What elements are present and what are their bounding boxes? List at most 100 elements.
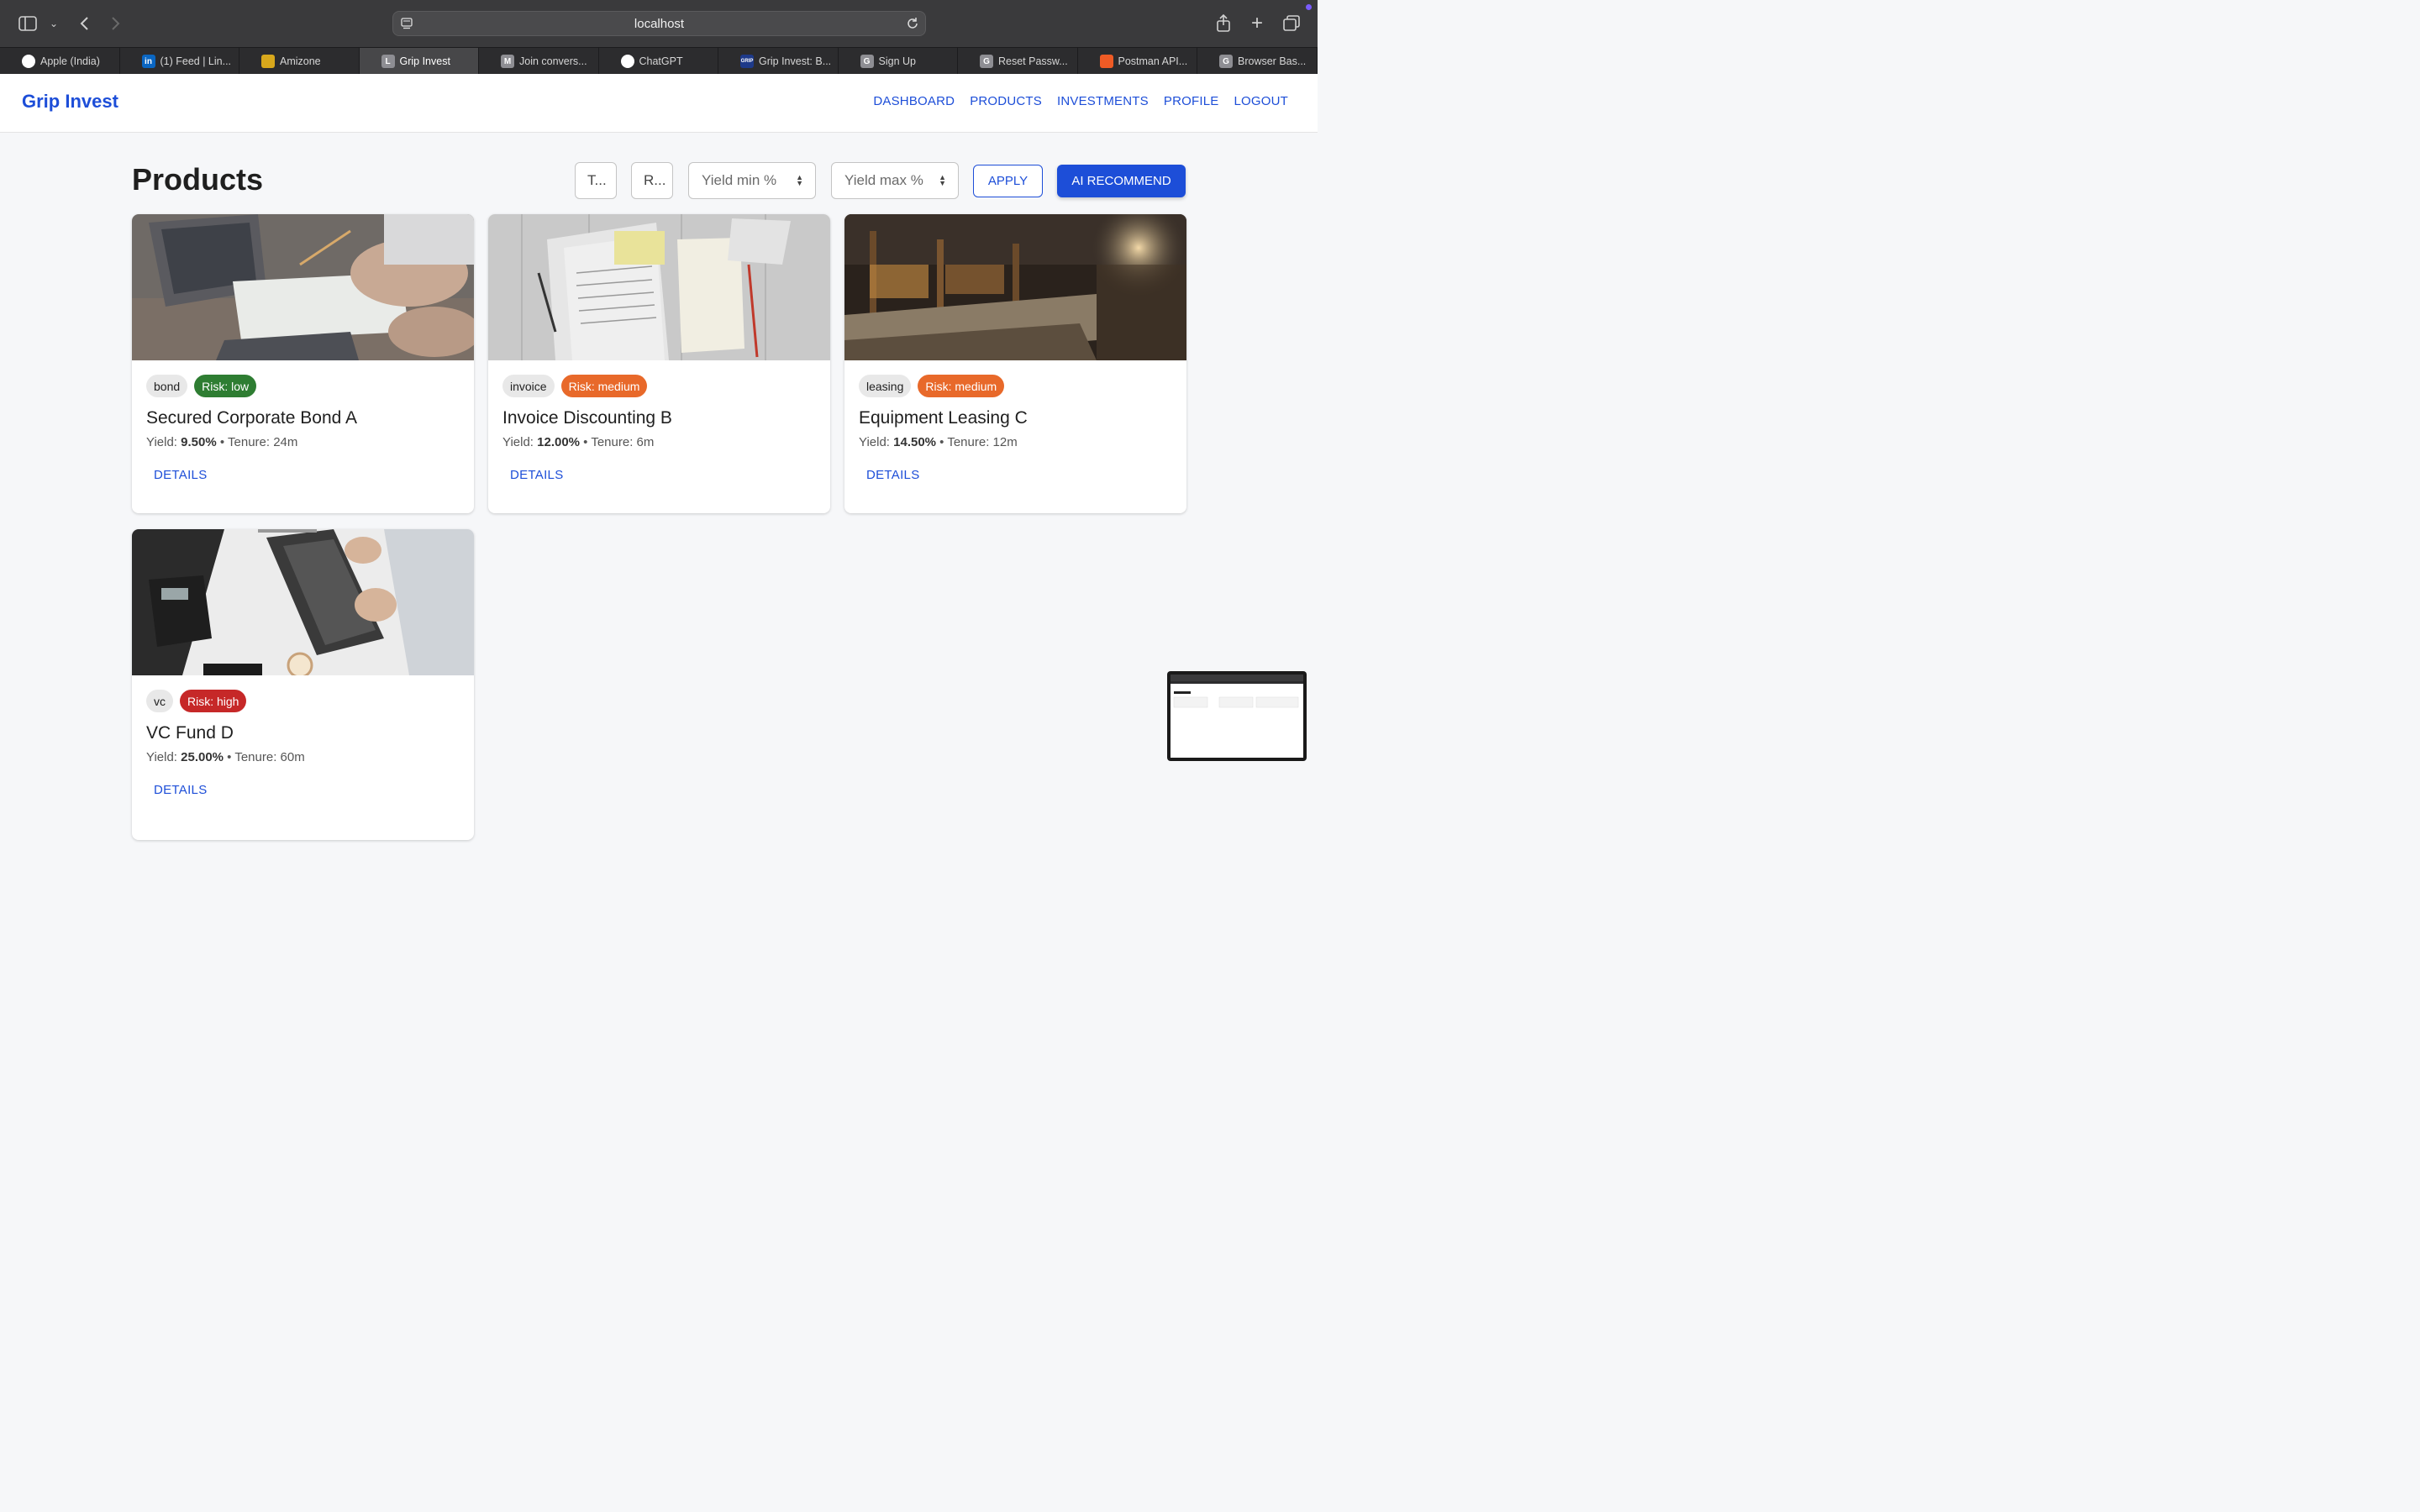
product-card: bond Risk: low Secured Corporate Bond A … (132, 214, 474, 513)
share-icon[interactable] (1212, 12, 1235, 35)
tab-label: Reset Passw... (998, 55, 1068, 67)
tenure-value: Tenure: 24m (228, 435, 298, 449)
product-type-chip: invoice (502, 375, 555, 397)
details-button[interactable]: DETAILS (866, 468, 920, 482)
yield-label: Yield: (146, 750, 177, 764)
tab-label: Grip Invest (399, 55, 450, 67)
browser-tab[interactable]: G Sign Up (839, 48, 958, 75)
browser-tab[interactable]: G Reset Passw... (958, 48, 1078, 75)
yield-label: Yield: (859, 435, 890, 449)
tab-label: ChatGPT (639, 55, 683, 67)
nav-profile[interactable]: PROFILE (1164, 94, 1219, 108)
yield-value: 12.00% (537, 435, 581, 449)
letter-g-icon: G (980, 55, 993, 68)
details-button[interactable]: DETAILS (510, 468, 564, 482)
risk-chip: Risk: low (194, 375, 257, 397)
product-type-chip: leasing (859, 375, 912, 397)
risk-chip: Risk: medium (560, 375, 648, 397)
tab-label: Grip Invest: B... (759, 55, 832, 67)
letter-g-icon: G (1219, 55, 1233, 68)
product-meta: Yield: 9.50% • Tenure: 24m (146, 435, 298, 449)
letter-g-icon: G (860, 55, 874, 68)
ai-recommend-button[interactable]: AI RECOMMEND (1057, 165, 1186, 197)
yield-min-placeholder: Yield min % (702, 172, 777, 188)
stepper-icon[interactable]: ▲ ▼ (796, 174, 803, 187)
product-image (132, 529, 474, 675)
yield-max-placeholder: Yield max % (844, 172, 923, 188)
tab-label: Browser Bas... (1238, 55, 1307, 67)
nav-dashboard[interactable]: DASHBOARD (873, 94, 955, 108)
risk-chip: Risk: high (180, 690, 247, 712)
tenure-value: Tenure: 60m (234, 750, 305, 764)
sidebar-toggle-icon[interactable] (16, 12, 39, 35)
type-select[interactable]: T... (575, 162, 617, 199)
tab-label: Postman API... (1118, 55, 1188, 67)
product-meta: Yield: 14.50% • Tenure: 12m (859, 435, 1018, 449)
notification-dot (1306, 4, 1312, 10)
risk-select-value: R... (644, 172, 666, 188)
yield-min-input[interactable]: Yield min % ▲ ▼ (688, 162, 816, 199)
tab-label: Sign Up (878, 55, 916, 67)
brand-logo[interactable]: Grip Invest (22, 91, 118, 113)
product-name: Invoice Discounting B (502, 408, 672, 428)
nav-products[interactable]: PRODUCTS (970, 94, 1042, 108)
address-bar[interactable]: localhost (392, 11, 926, 36)
tab-label: Apple (India) (40, 55, 100, 67)
details-button[interactable]: DETAILS (154, 783, 208, 797)
main-nav: DASHBOARD PRODUCTS INVESTMENTS PROFILE L… (873, 94, 1288, 108)
stepper-icon[interactable]: ▲ ▼ (939, 174, 946, 187)
back-icon[interactable] (72, 12, 96, 35)
browser-tab[interactable]: Amizone (239, 48, 360, 75)
product-card: invoice Risk: medium Invoice Discounting… (488, 214, 830, 513)
product-meta: Yield: 25.00% • Tenure: 60m (146, 750, 305, 764)
browser-tab[interactable]: Apple (India) (0, 48, 120, 75)
browser-tab[interactable]: M Join convers... (479, 48, 599, 75)
details-button[interactable]: DETAILS (154, 468, 208, 482)
tab-overview-icon[interactable] (1280, 12, 1303, 35)
browser-tab[interactable]: Postman API... (1078, 48, 1197, 75)
yield-max-input[interactable]: Yield max % ▲ ▼ (831, 162, 959, 199)
risk-select[interactable]: R... (631, 162, 673, 199)
product-card: leasing Risk: medium Equipment Leasing C… (844, 214, 1186, 513)
tab-label: (1) Feed | Lin... (160, 55, 232, 67)
product-name: Equipment Leasing C (859, 408, 1028, 428)
yield-value: 25.00% (181, 750, 224, 764)
browser-tab[interactable]: ChatGPT (599, 48, 718, 75)
reload-icon[interactable] (905, 16, 920, 31)
browser-tab[interactable]: in (1) Feed | Lin... (120, 48, 239, 75)
apple-icon (22, 55, 35, 68)
letter-l-icon: L (381, 55, 395, 68)
product-image (488, 214, 830, 360)
grip-icon: GRIP (740, 55, 754, 68)
type-select-value: T... (587, 172, 607, 188)
yield-label: Yield: (146, 435, 177, 449)
product-meta: Yield: 12.00% • Tenure: 6m (502, 435, 655, 449)
new-tab-icon[interactable]: + (1245, 12, 1269, 35)
product-card: vc Risk: high VC Fund D Yield: 25.00% • … (132, 529, 474, 840)
tenure-value: Tenure: 12m (947, 435, 1018, 449)
nav-investments[interactable]: INVESTMENTS (1057, 94, 1149, 108)
url-text: localhost (634, 17, 685, 31)
apply-button[interactable]: APPLY (973, 165, 1043, 197)
yield-value: 9.50% (181, 435, 217, 449)
browser-tab[interactable]: L Grip Invest (359, 48, 479, 75)
product-name: VC Fund D (146, 723, 234, 743)
tab-label: Amizone (280, 55, 321, 67)
chatgpt-icon (620, 55, 634, 68)
product-image (132, 214, 474, 360)
nav-logout[interactable]: LOGOUT (1234, 94, 1288, 108)
chevron-down-icon[interactable]: ⌄ (42, 12, 66, 35)
browser-tab[interactable]: G Browser Bas... (1197, 48, 1318, 75)
tab-label: Join convers... (519, 55, 587, 67)
tenure-value: Tenure: 6m (591, 435, 655, 449)
forward-icon[interactable] (104, 12, 128, 35)
screenshot-thumbnail[interactable] (1167, 671, 1307, 761)
postman-icon (1099, 55, 1113, 68)
linkedin-icon: in (141, 55, 155, 68)
risk-chip: Risk: medium (918, 375, 1005, 397)
product-type-chip: bond (146, 375, 188, 397)
product-image (844, 214, 1186, 360)
product-type-chip: vc (146, 690, 173, 712)
page-title: Products (132, 162, 264, 197)
browser-tab[interactable]: GRIP Grip Invest: B... (718, 48, 839, 75)
